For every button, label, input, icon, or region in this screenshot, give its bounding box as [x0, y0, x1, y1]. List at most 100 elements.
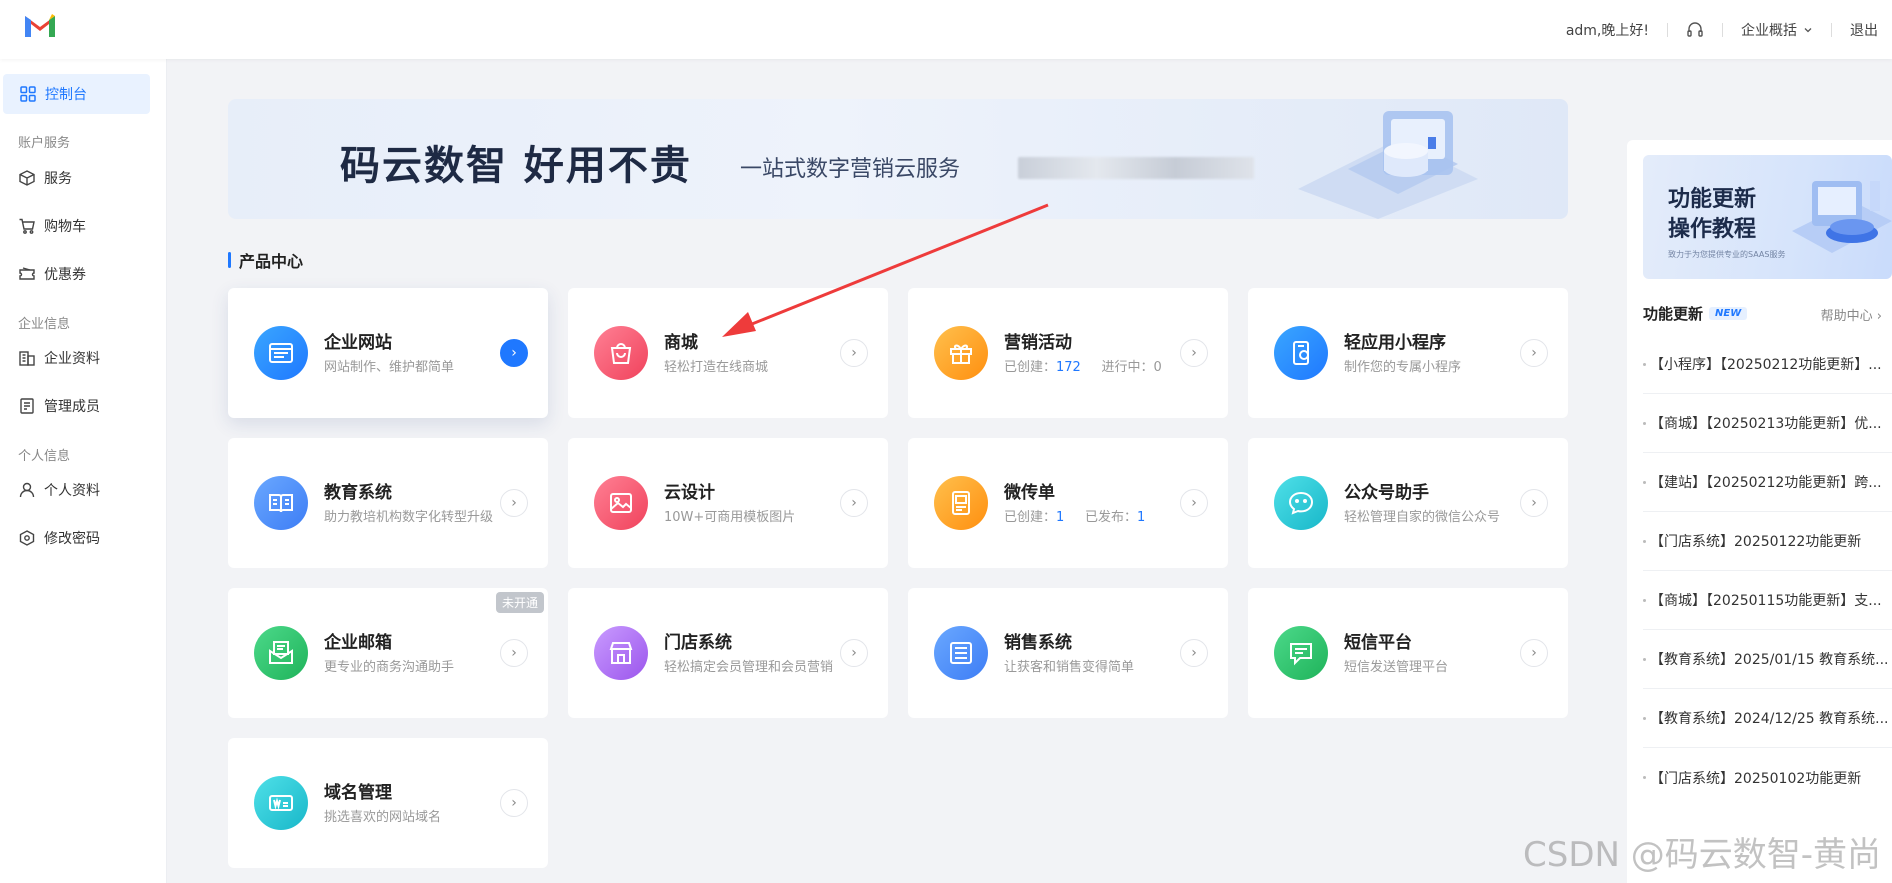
update-item[interactable]: 【教育系统】2024/12/25 教育系统...: [1643, 689, 1892, 748]
chevron-right-icon[interactable]: ›: [1520, 489, 1548, 517]
card-desc: 助力教培机构数字化转型升级: [324, 510, 494, 525]
sidebar-item-label: 购物车: [44, 219, 86, 235]
hero-banner[interactable]: 码云数智 好用不贵 一站式数字营销云服务: [228, 99, 1568, 219]
book-icon: [254, 476, 308, 530]
promo-line-1: 功能更新: [1668, 187, 1757, 212]
title-accent-bar: [228, 252, 231, 268]
chevron-right-icon[interactable]: ›: [840, 339, 868, 367]
building-icon: [19, 351, 35, 366]
wechat-icon: [1274, 476, 1328, 530]
card-desc: 已创建：172 进行中：0: [1004, 356, 1162, 375]
card-desc: 制作您的专属小程序: [1344, 360, 1462, 375]
card-title: 营销活动: [1004, 333, 1072, 353]
product-card-mail[interactable]: 未开通 企业邮箱 更专业的商务沟通助手 ›: [228, 588, 548, 718]
chevron-right-icon[interactable]: ›: [1180, 639, 1208, 667]
help-center-label: 帮助中心: [1820, 309, 1873, 324]
list-icon: [934, 626, 988, 680]
update-item[interactable]: 【门店系统】20250102功能更新: [1643, 748, 1892, 807]
update-item[interactable]: 【建站】【20250212功能更新】跨...: [1643, 453, 1892, 512]
chevron-right-icon[interactable]: ›: [840, 489, 868, 517]
logout-button[interactable]: 退出: [1850, 20, 1878, 40]
card-desc: 10W+可商用模板图片: [664, 510, 796, 525]
chevron-right-icon[interactable]: ›: [500, 489, 528, 517]
product-center-title: 产品中心: [228, 248, 303, 272]
gift-icon: [934, 326, 988, 380]
image-icon: [594, 476, 648, 530]
grid-icon: [20, 86, 36, 102]
chevron-right-icon[interactable]: ›: [1180, 339, 1208, 367]
product-card-cloud-design[interactable]: 云设计 10W+可商用模板图片 ›: [568, 438, 888, 568]
sidebar-item-label: 优惠券: [44, 267, 86, 283]
updates-heading: 功能更新 NEW: [1643, 303, 1748, 324]
update-item-text: 【建站】【20250212功能更新】跨...: [1650, 475, 1882, 491]
running-label: 进行中：: [1101, 360, 1154, 375]
shopping-bag-icon: [594, 326, 648, 380]
product-card-store[interactable]: 门店系统 轻松搞定会员管理和会员营销 ›: [568, 588, 888, 718]
card-title: 微传单: [1004, 483, 1055, 503]
product-card-wechat-assistant[interactable]: 公众号助手 轻松管理自家的微信公众号 ›: [1248, 438, 1568, 568]
banner-headline: 码云数智 好用不贵: [340, 143, 692, 189]
section-title-text: 产品中心: [239, 252, 304, 271]
promo-line-2: 操作教程: [1668, 217, 1757, 242]
update-item[interactable]: 【教育系统】2025/01/15 教育系统...: [1643, 630, 1892, 689]
sidebar-item-service[interactable]: 服务: [18, 168, 72, 188]
card-title: 企业邮箱: [324, 633, 392, 653]
sidebar-item-company-profile[interactable]: 企业资料: [18, 348, 100, 368]
mini-program-icon: [1274, 326, 1328, 380]
chevron-right-icon[interactable]: ›: [1520, 639, 1548, 667]
product-card-mall[interactable]: 商城 轻松打造在线商城 ›: [568, 288, 888, 418]
new-badge: NEW: [1709, 307, 1748, 320]
update-item[interactable]: 【小程序】【20250212功能更新】...: [1643, 335, 1892, 394]
card-title: 教育系统: [324, 483, 392, 503]
product-card-marketing[interactable]: 营销活动 已创建：172 进行中：0 ›: [908, 288, 1228, 418]
update-item[interactable]: 【商城】【20250213功能更新】优...: [1643, 394, 1892, 453]
headset-icon[interactable]: [1686, 21, 1704, 39]
update-item-text: 【小程序】【20250212功能更新】...: [1650, 357, 1882, 373]
card-desc: 短信发送管理平台: [1344, 660, 1449, 675]
sidebar-item-cart[interactable]: 购物车: [18, 216, 86, 236]
update-item-text: 【商城】【20250213功能更新】优...: [1650, 416, 1882, 432]
sidebar-item-members[interactable]: 管理成员: [18, 396, 100, 416]
chevron-right-icon[interactable]: ›: [1180, 489, 1208, 517]
brand-logo[interactable]: [22, 10, 58, 40]
domain-icon: [254, 776, 308, 830]
product-card-website[interactable]: 企业网站 网站制作、维护都简单 ›: [228, 288, 548, 418]
tutorial-promo-banner[interactable]: 功能更新 操作教程 致力于为您提供专业的SAAS服务: [1643, 155, 1892, 279]
help-center-link[interactable]: 帮助中心 ›: [1821, 305, 1882, 324]
box-icon: [19, 170, 35, 186]
product-card-domain[interactable]: 域名管理 挑选喜欢的网站域名 ›: [228, 738, 548, 868]
company-overview-dropdown[interactable]: 企业概括: [1741, 20, 1813, 40]
csdn-watermark: CSDN @码云数智-黄尚: [1523, 835, 1882, 875]
chevron-right-icon[interactable]: ›: [500, 639, 528, 667]
chevron-right-icon[interactable]: ›: [1520, 339, 1548, 367]
update-item-text: 【教育系统】2024/12/25 教育系统...: [1650, 711, 1889, 727]
product-card-education[interactable]: 教育系统 助力教培机构数字化转型升级 ›: [228, 438, 548, 568]
product-card-sales[interactable]: 销售系统 让获客和销售变得简单 ›: [908, 588, 1228, 718]
created-label: 已创建：: [1004, 360, 1057, 375]
card-title: 企业网站: [324, 333, 392, 353]
update-item-text: 【教育系统】2025/01/15 教育系统...: [1650, 652, 1889, 668]
sidebar-item-console[interactable]: 控制台: [3, 74, 150, 114]
greeting-text: adm,晚上好!: [1565, 22, 1649, 39]
blurred-region: [1018, 157, 1254, 179]
product-card-mini-program[interactable]: 轻应用小程序 制作您的专属小程序 ›: [1248, 288, 1568, 418]
product-card-sms[interactable]: 短信平台 短信发送管理平台 ›: [1248, 588, 1568, 718]
created-label: 已创建：: [1004, 510, 1057, 525]
divider: [1667, 22, 1668, 37]
chevron-right-icon[interactable]: ›: [840, 639, 868, 667]
update-item[interactable]: 【商城】【20250115功能更新】支...: [1643, 571, 1892, 630]
sidebar-item-coupon[interactable]: 优惠券: [18, 264, 86, 284]
sidebar-item-personal-profile[interactable]: 个人资料: [18, 480, 100, 500]
card-desc: 轻松打造在线商城: [664, 360, 769, 375]
sidebar-item-change-password[interactable]: 修改密码: [18, 528, 100, 548]
chevron-right-icon[interactable]: ›: [500, 339, 528, 367]
published-count: 1: [1136, 510, 1146, 525]
flyer-icon: [934, 476, 988, 530]
update-item[interactable]: 【门店系统】20250122功能更新: [1643, 512, 1892, 571]
divider: [1722, 22, 1723, 37]
card-desc: 轻松搞定会员管理和会员营销: [664, 660, 834, 675]
banner-subline: 一站式数字营销云服务: [740, 157, 961, 182]
update-item-text: 【商城】【20250115功能更新】支...: [1650, 593, 1882, 609]
chevron-right-icon[interactable]: ›: [500, 789, 528, 817]
product-card-flyer[interactable]: 微传单 已创建：1 已发布：1 ›: [908, 438, 1228, 568]
